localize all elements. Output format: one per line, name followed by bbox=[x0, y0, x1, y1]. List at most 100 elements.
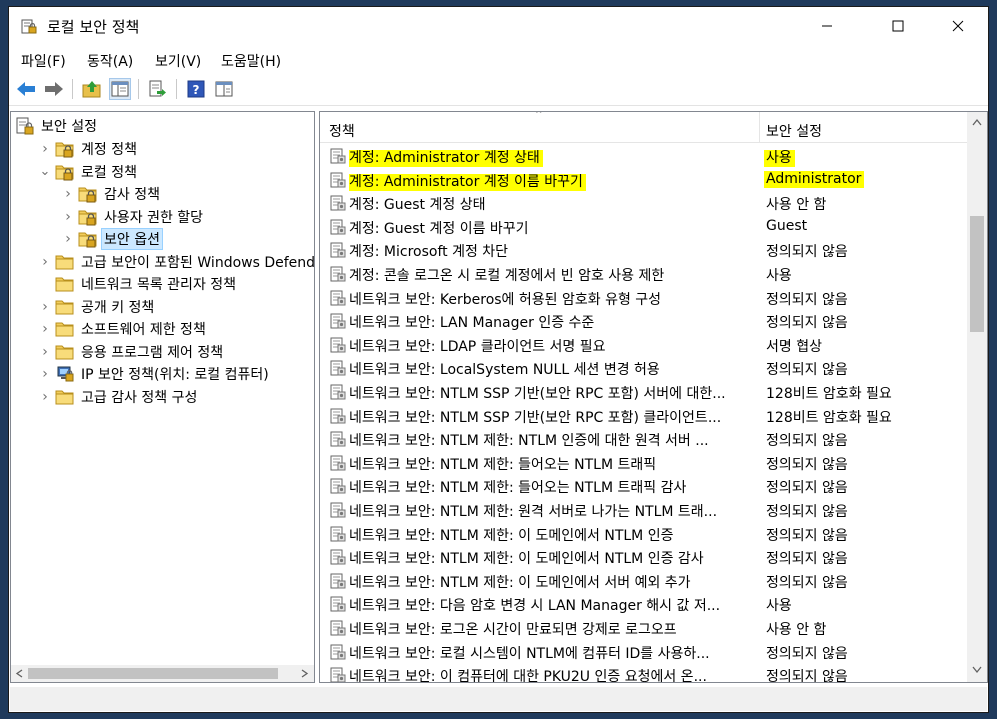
console-tree: 보안 설정 › 계정 정책 ⌄ 로컬 정책 › 감사 정책 › 사용자 권한 할당 › 보안 옵션… bbox=[10, 111, 315, 683]
policy-setting-icon bbox=[330, 290, 346, 306]
tree-node[interactable]: › 계정 정책 bbox=[38, 138, 137, 160]
tree-node[interactable]: › 소프트웨어 제한 정책 bbox=[38, 318, 206, 340]
scroll-right-icon[interactable] bbox=[300, 669, 309, 678]
menu-help[interactable]: 도움말(H) bbox=[221, 51, 281, 71]
scrollbar-thumb[interactable] bbox=[970, 216, 984, 332]
policy-row[interactable]: 네트워크 보안: NTLM 제한: NTLM 인증에 대한 원격 서버 ... 정… bbox=[320, 428, 968, 452]
tree-node[interactable]: › 사용자 권한 할당 bbox=[61, 206, 203, 228]
policy-row[interactable]: 네트워크 보안: 이 컴퓨터에 대한 PKU2U 인증 요청에서 온... 정의되… bbox=[320, 664, 968, 682]
column-header-policy[interactable]: 정책 bbox=[329, 121, 355, 141]
policy-row[interactable]: 네트워크 보안: NTLM 제한: 들어오는 NTLM 트래픽 정의되지 않음 bbox=[320, 452, 968, 476]
properties-button[interactable] bbox=[213, 78, 235, 100]
expand-arrow-icon[interactable]: › bbox=[38, 299, 52, 315]
tree-node-label: IP 보안 정책(위치: 로컬 컴퓨터) bbox=[81, 367, 269, 383]
policy-row[interactable]: 네트워크 보안: NTLM 제한: 이 도메인에서 NTLM 인증 정의되지 않음 bbox=[320, 523, 968, 547]
policy-row[interactable]: 네트워크 보안: LAN Manager 인증 수준 정의되지 않음 bbox=[320, 310, 968, 334]
policy-setting-value: 정의되지 않음 bbox=[766, 430, 848, 450]
policy-row[interactable]: 네트워크 보안: Kerberos에 허용된 암호화 유형 구성 정의되지 않음 bbox=[320, 287, 968, 311]
tree-node[interactable]: › 공개 키 정책 bbox=[38, 296, 154, 318]
collapse-arrow-icon[interactable]: ⌄ bbox=[38, 165, 52, 178]
policy-name-text: 계정: Guest 계정 상태 bbox=[349, 197, 486, 214]
list-vertical-scrollbar[interactable] bbox=[967, 112, 987, 682]
show-hide-tree-button[interactable] bbox=[109, 78, 131, 100]
expand-arrow-icon[interactable]: › bbox=[61, 231, 75, 247]
policy-row[interactable]: 네트워크 보안: NTLM 제한: 이 도메인에서 서버 예외 추가 정의되지 않… bbox=[320, 570, 968, 594]
menu-bar: 파일(F) 동작(A) 보기(V) 도움말(H) bbox=[9, 47, 988, 71]
scroll-down-icon[interactable] bbox=[972, 665, 982, 674]
tree-node-label: 응용 프로그램 제어 정책 bbox=[81, 344, 224, 361]
column-divider[interactable] bbox=[759, 112, 760, 142]
policy-row[interactable]: 네트워크 보안: NTLM SSP 기반(보안 RPC 포함) 서버에 대한..… bbox=[320, 381, 968, 405]
up-one-level-button[interactable] bbox=[81, 78, 103, 100]
policy-setting-icon bbox=[330, 195, 346, 211]
expand-arrow-icon[interactable]: › bbox=[38, 321, 52, 337]
tree-node[interactable]: › 응용 프로그램 제어 정책 bbox=[38, 341, 223, 363]
tree-node-label: 계정 정책 bbox=[81, 142, 137, 158]
maximize-button[interactable] bbox=[875, 7, 921, 45]
column-header-setting[interactable]: 보안 설정 bbox=[766, 121, 822, 141]
tree-node[interactable]: › 감사 정책 bbox=[61, 183, 160, 205]
policy-row[interactable]: 네트워크 보안: LocalSystem NULL 세션 변경 허용 정의되지 않… bbox=[320, 357, 968, 381]
policy-row[interactable]: 계정: Microsoft 계정 차단 정의되지 않음 bbox=[320, 239, 968, 263]
lock-folder-icon bbox=[55, 165, 74, 180]
folder-icon bbox=[55, 277, 74, 292]
expand-arrow-icon[interactable]: › bbox=[38, 366, 52, 382]
policy-row[interactable]: 계정: Guest 계정 이름 바꾸기 Guest bbox=[320, 216, 968, 240]
policy-row[interactable]: 계정: 콘솔 로그온 시 로컬 계정에서 빈 암호 사용 제한 사용 bbox=[320, 263, 968, 287]
policy-row[interactable]: 네트워크 보안: LDAP 클라이언트 서명 필요 서명 협상 bbox=[320, 334, 968, 358]
export-list-button[interactable] bbox=[147, 78, 169, 100]
tree-node-label: 네트워크 목록 관리자 정책 bbox=[81, 277, 237, 293]
tree-node[interactable]: › 고급 보안이 포함된 Windows Defende bbox=[38, 251, 314, 273]
policy-row[interactable]: 네트워크 보안: 로컬 시스템이 NTLM에 컴퓨터 ID를 사용하... 정의되… bbox=[320, 641, 968, 665]
scroll-left-icon[interactable] bbox=[15, 669, 24, 678]
expand-arrow-icon[interactable]: › bbox=[38, 389, 52, 405]
expand-arrow-icon[interactable]: › bbox=[61, 186, 75, 202]
policy-setting-icon bbox=[330, 573, 346, 589]
scrollbar-thumb[interactable] bbox=[28, 668, 278, 679]
expand-arrow-icon[interactable]: › bbox=[38, 254, 52, 270]
back-button[interactable] bbox=[15, 78, 37, 100]
policy-setting-value: Guest bbox=[766, 218, 807, 234]
close-button[interactable] bbox=[935, 7, 981, 45]
title-bar[interactable]: 로컬 보안 정책 bbox=[9, 7, 988, 45]
menu-action[interactable]: 동작(A) bbox=[87, 51, 133, 71]
policy-row[interactable]: 네트워크 보안: 다음 암호 변경 시 LAN Manager 해시 값 저..… bbox=[320, 593, 968, 617]
policy-row[interactable]: 네트워크 보안: 로그온 시간이 만료되면 강제로 로그오프 사용 안 함 bbox=[320, 617, 968, 641]
expand-arrow-icon[interactable]: › bbox=[38, 141, 52, 157]
tree-root-security-settings[interactable]: 보안 설정 bbox=[15, 115, 97, 137]
forward-icon bbox=[45, 82, 63, 96]
toolbar-separator bbox=[72, 79, 73, 99]
policy-name: 네트워크 보안: NTLM SSP 기반(보안 RPC 포함) 클라이언트... bbox=[349, 407, 721, 427]
tree-node[interactable]: › 보안 옵션 bbox=[61, 228, 163, 250]
folder-icon bbox=[55, 390, 74, 404]
tree-node[interactable]: › IP 보안 정책(위치: 로컬 컴퓨터) bbox=[38, 363, 269, 385]
tree-node[interactable]: ⌄ 로컬 정책 bbox=[38, 161, 137, 183]
policy-setting-text: 128비트 암호화 필요 bbox=[766, 409, 892, 426]
policy-setting-text: 정의되지 않음 bbox=[766, 527, 848, 544]
tree-node[interactable]: › 고급 감사 정책 구성 bbox=[38, 386, 197, 408]
policy-row[interactable]: 네트워크 보안: NTLM 제한: 원격 서버로 나가는 NTLM 트래... 정… bbox=[320, 499, 968, 523]
toolbar-separator bbox=[138, 79, 139, 99]
policy-row[interactable]: 계정: Administrator 계정 이름 바꾸기 Administrator bbox=[320, 169, 968, 193]
policy-name-text: 네트워크 보안: Kerberos에 허용된 암호화 유형 구성 bbox=[349, 291, 662, 308]
tree-horizontal-scrollbar[interactable] bbox=[11, 665, 314, 682]
policy-setting-icon bbox=[330, 526, 346, 542]
policy-row[interactable]: 계정: Administrator 계정 상태 사용 bbox=[320, 145, 968, 169]
menu-view[interactable]: 보기(V) bbox=[155, 51, 201, 71]
policy-row[interactable]: 네트워크 보안: NTLM SSP 기반(보안 RPC 포함) 클라이언트...… bbox=[320, 405, 968, 429]
minimize-button[interactable] bbox=[804, 7, 850, 45]
scroll-up-icon[interactable] bbox=[972, 118, 982, 127]
policy-name-text: 계정: Administrator 계정 상태 bbox=[349, 150, 543, 167]
menu-file[interactable]: 파일(F) bbox=[21, 51, 66, 71]
policy-name: 네트워크 보안: Kerberos에 허용된 암호화 유형 구성 bbox=[349, 289, 661, 309]
help-button[interactable]: ? bbox=[185, 78, 207, 100]
expand-arrow-icon[interactable]: › bbox=[38, 344, 52, 360]
policy-row[interactable]: 네트워크 보안: NTLM 제한: 이 도메인에서 NTLM 인증 감사 정의되지… bbox=[320, 546, 968, 570]
expand-arrow-icon[interactable]: › bbox=[61, 209, 75, 225]
policy-setting-icon bbox=[330, 455, 346, 471]
policy-row[interactable]: 네트워크 보안: NTLM 제한: 들어오는 NTLM 트래픽 감사 정의되지 않… bbox=[320, 475, 968, 499]
forward-button[interactable] bbox=[43, 78, 65, 100]
tree-node[interactable]: 네트워크 목록 관리자 정책 bbox=[38, 273, 236, 295]
policy-name: 네트워크 보안: NTLM 제한: 들어오는 NTLM 트래픽 bbox=[349, 454, 656, 474]
policy-row[interactable]: 계정: Guest 계정 상태 사용 안 함 bbox=[320, 192, 968, 216]
